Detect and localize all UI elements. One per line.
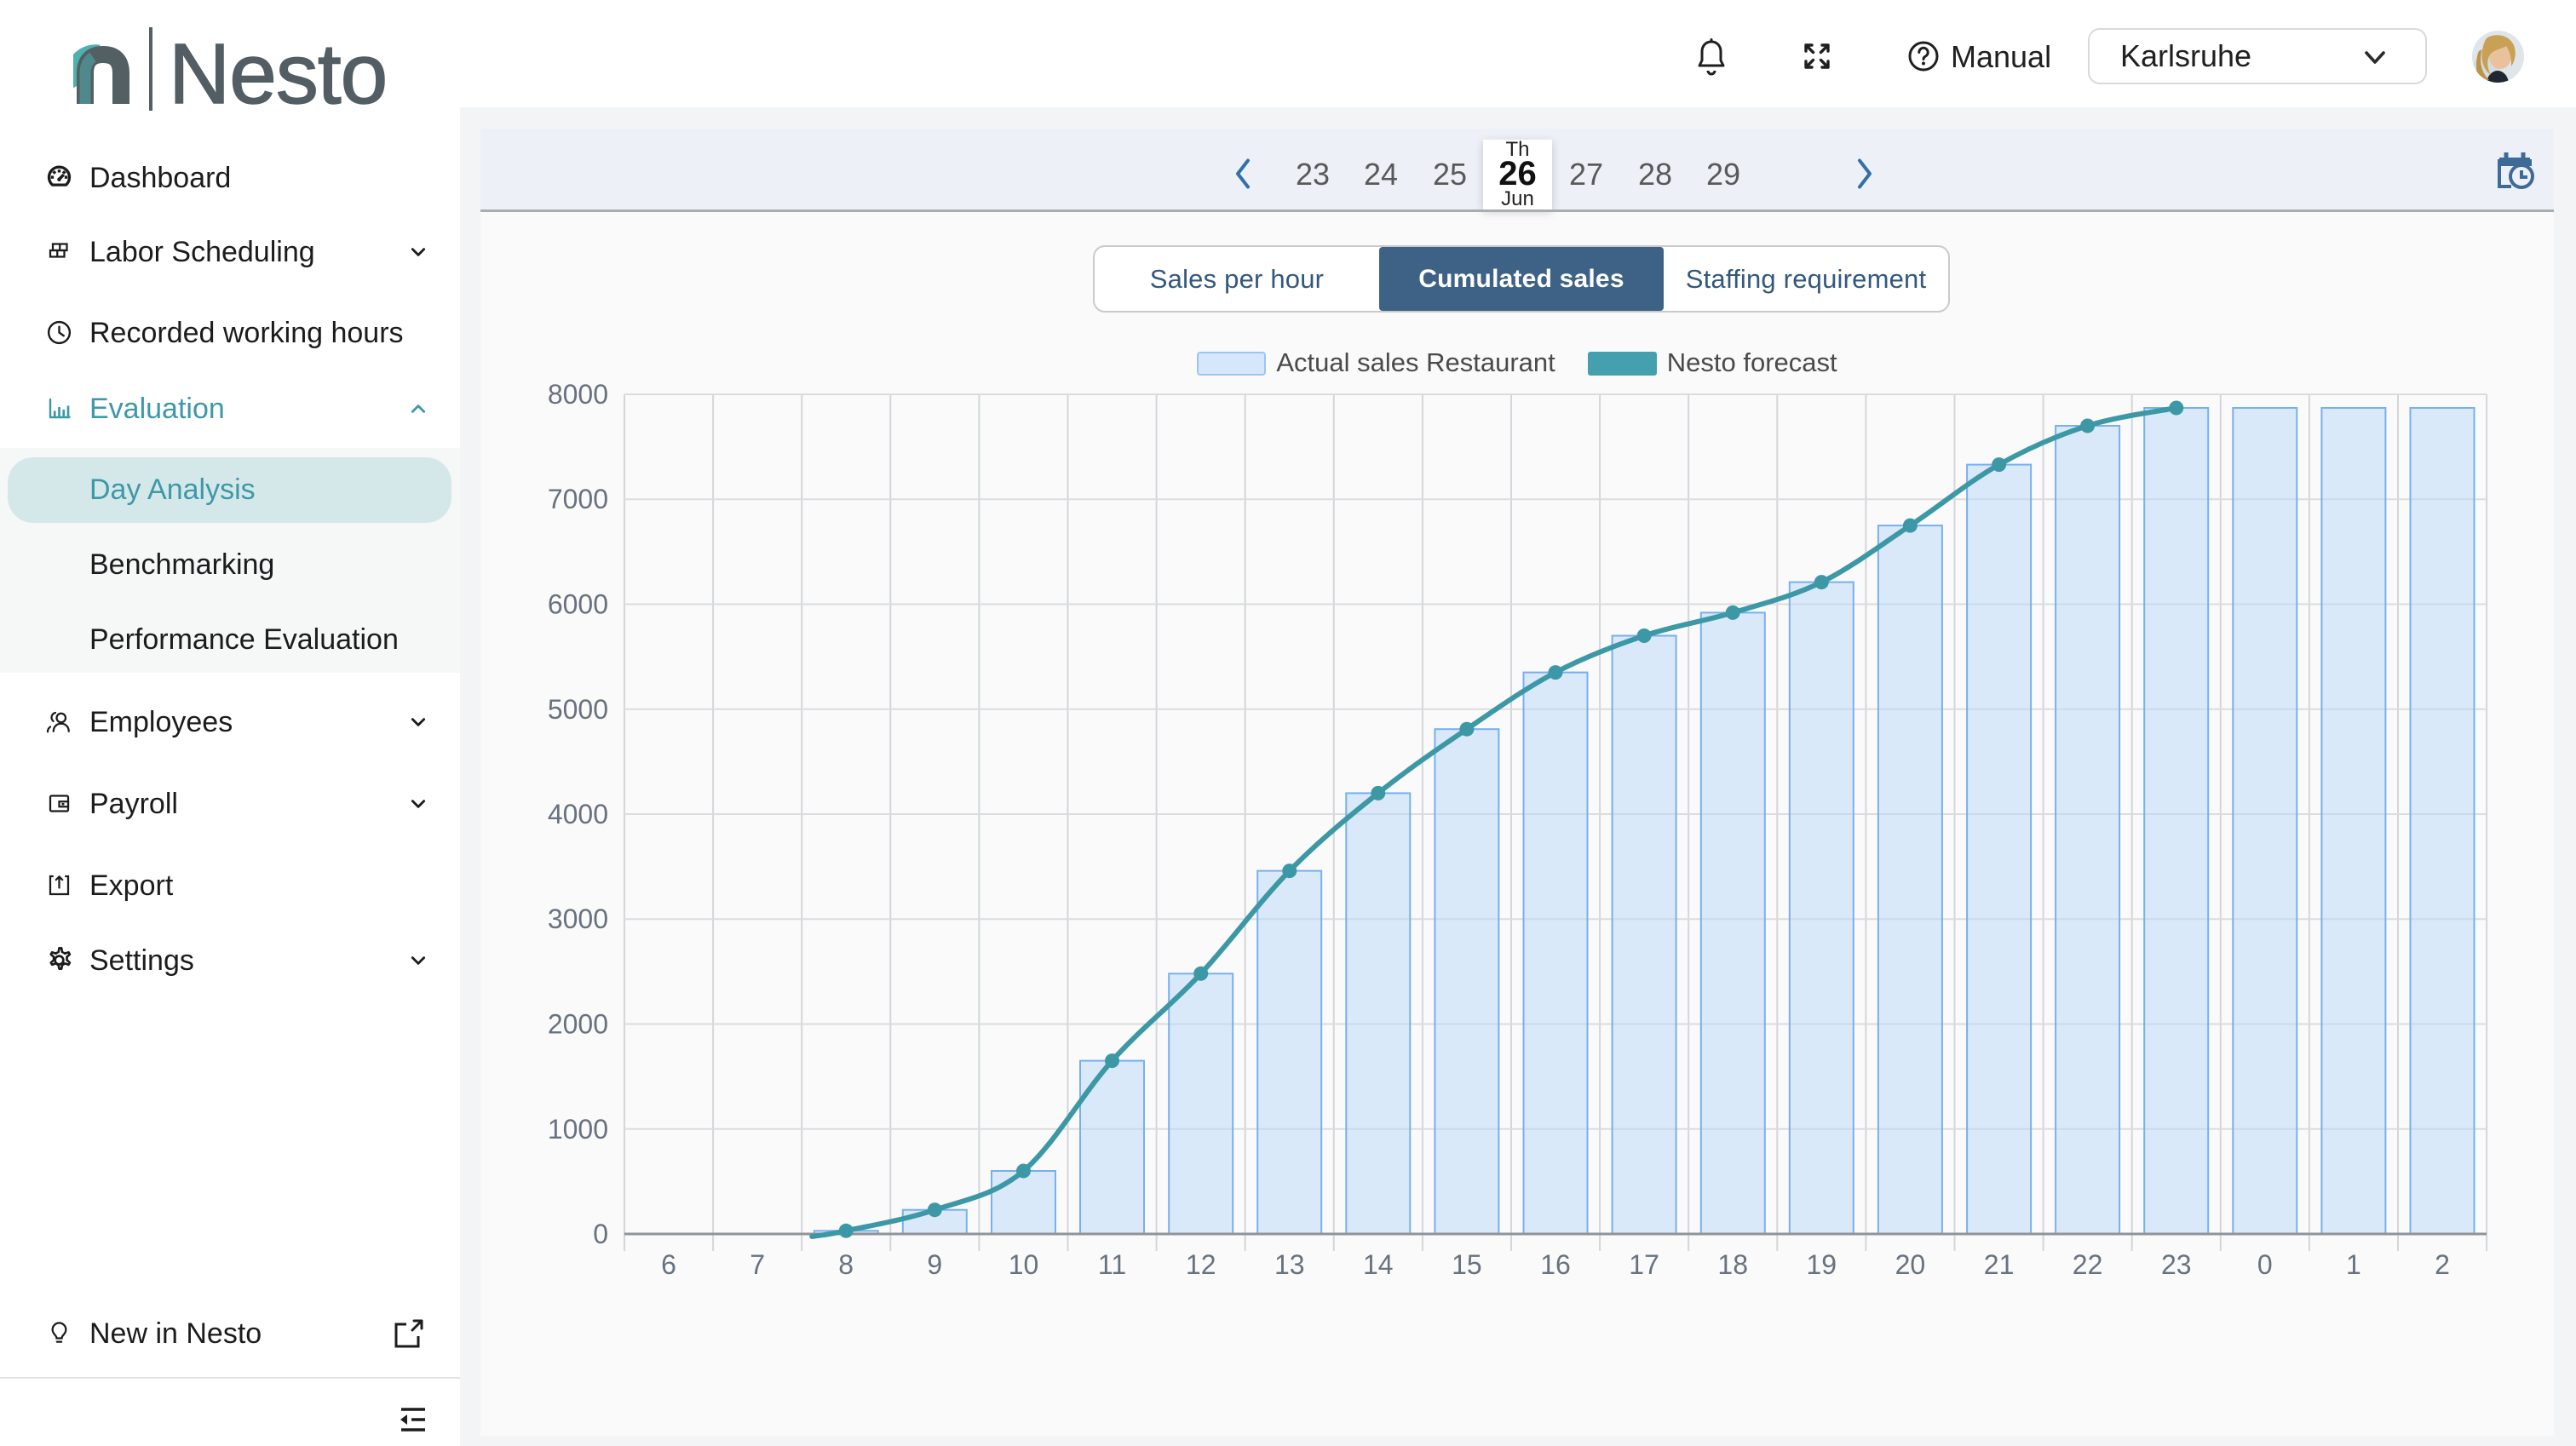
svg-text:11: 11	[1098, 1249, 1126, 1280]
svg-text:6: 6	[661, 1249, 676, 1280]
svg-text:Nesto: Nesto	[169, 26, 387, 112]
svg-text:2000: 2000	[548, 1009, 608, 1040]
svg-text:7: 7	[750, 1249, 765, 1280]
svg-text:18: 18	[1717, 1249, 1748, 1280]
svg-text:16: 16	[1540, 1249, 1571, 1280]
svg-text:7000: 7000	[548, 484, 608, 514]
svg-text:21: 21	[1984, 1249, 2015, 1280]
svg-text:4000: 4000	[548, 799, 608, 829]
svg-text:1: 1	[2346, 1249, 2361, 1280]
svg-text:9: 9	[927, 1249, 942, 1280]
svg-text:13: 13	[1274, 1249, 1305, 1280]
svg-text:20: 20	[1895, 1249, 1926, 1280]
svg-text:8: 8	[838, 1249, 854, 1280]
svg-text:19: 19	[1807, 1249, 1837, 1280]
svg-text:2: 2	[2435, 1249, 2450, 1280]
svg-text:6000: 6000	[548, 589, 608, 620]
svg-text:12: 12	[1186, 1249, 1216, 1280]
svg-text:23: 23	[2161, 1249, 2192, 1280]
svg-text:10: 10	[1009, 1249, 1039, 1280]
svg-text:3000: 3000	[548, 904, 608, 934]
svg-text:15: 15	[1452, 1249, 1482, 1280]
svg-text:14: 14	[1363, 1249, 1394, 1280]
svg-text:22: 22	[2073, 1249, 2103, 1280]
svg-text:8000: 8000	[548, 379, 608, 410]
svg-text:1000: 1000	[548, 1114, 608, 1145]
svg-text:0: 0	[593, 1219, 608, 1249]
svg-text:0: 0	[2257, 1249, 2273, 1280]
svg-text:5000: 5000	[548, 694, 608, 725]
svg-text:17: 17	[1629, 1249, 1659, 1280]
